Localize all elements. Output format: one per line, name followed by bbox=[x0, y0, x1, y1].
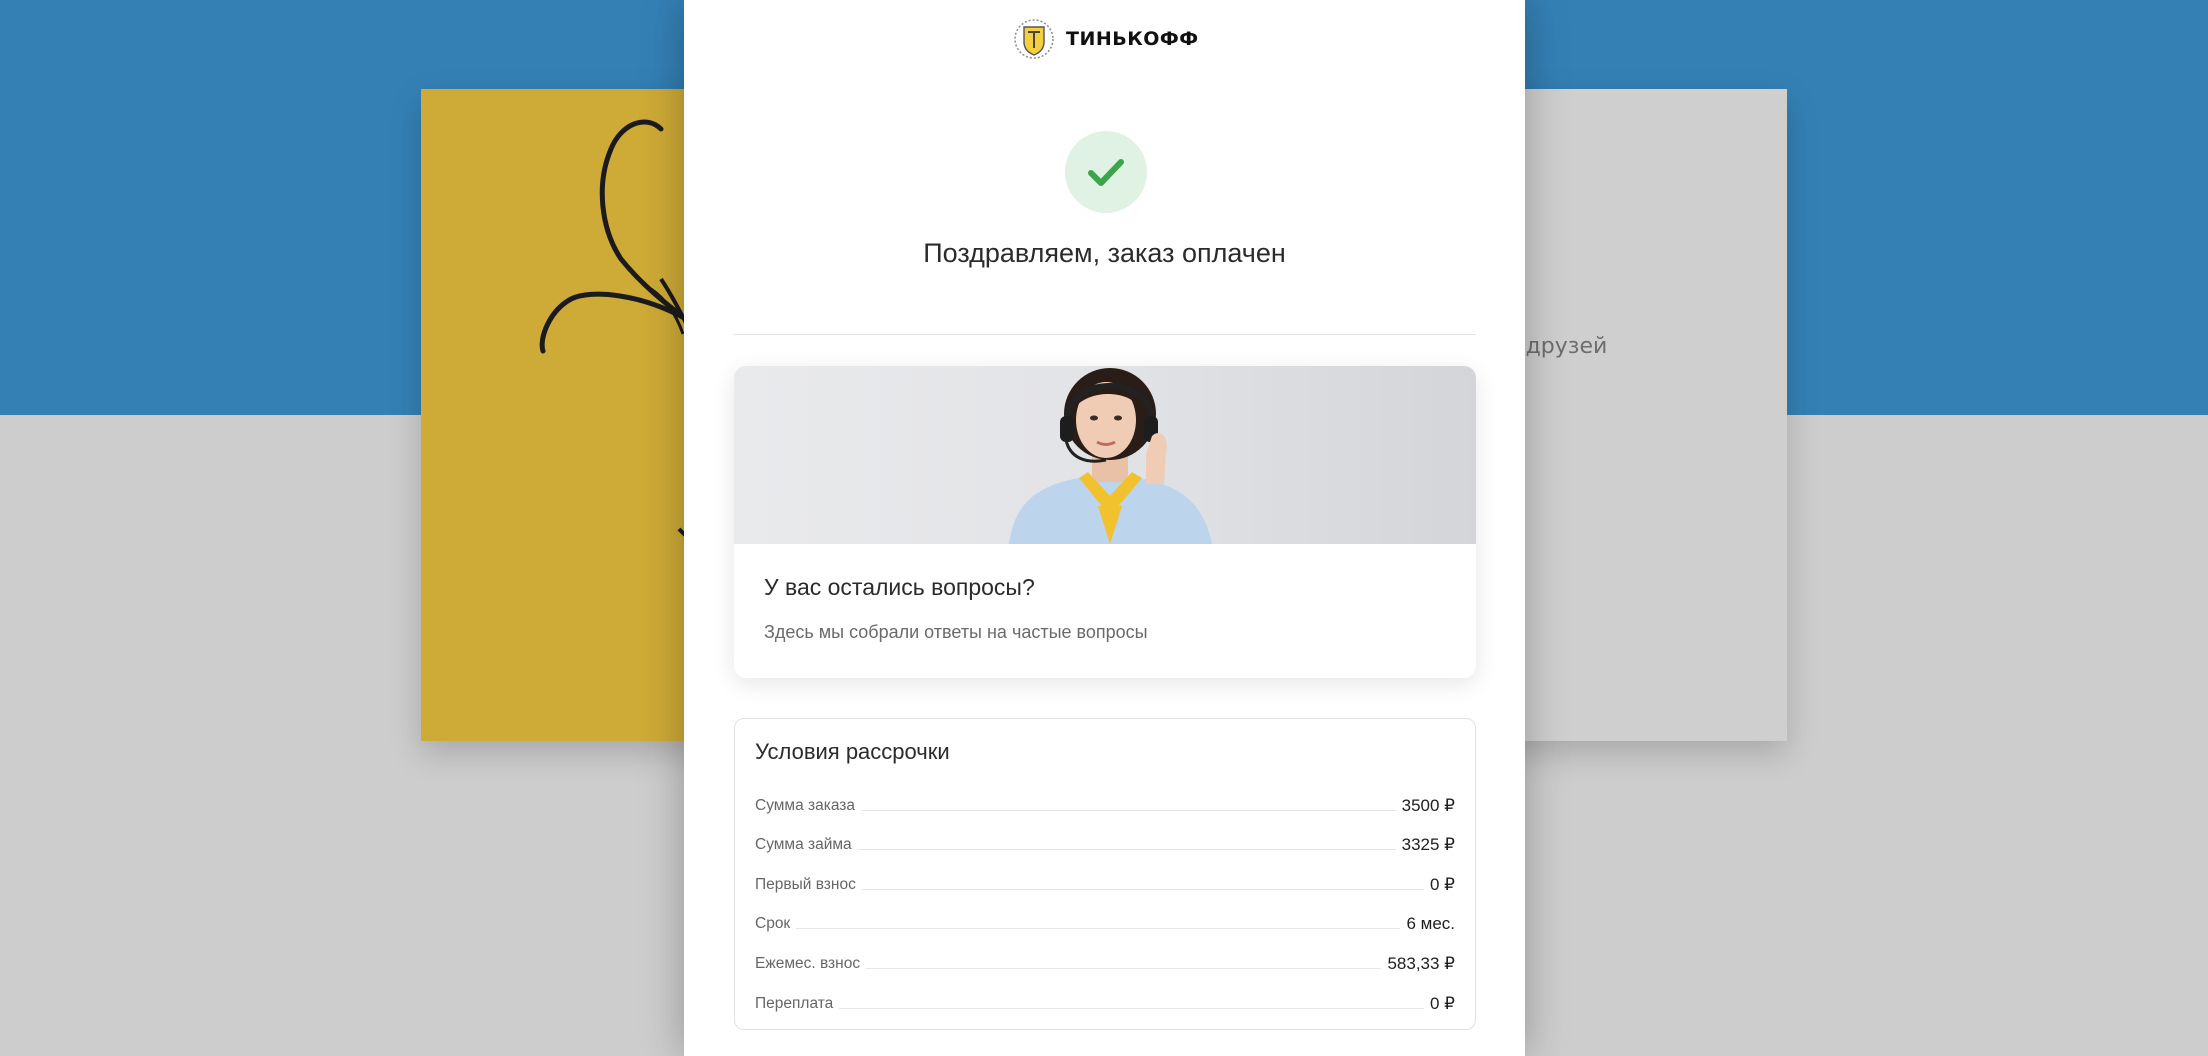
terms-row-first-payment: Первый взнос 0 ₽ bbox=[755, 862, 1455, 902]
row-leader bbox=[857, 849, 1396, 851]
row-label: Переплата bbox=[755, 994, 834, 1012]
terms-row-overpayment: Переплата 0 ₽ bbox=[755, 981, 1455, 1021]
row-value: 3500 ₽ bbox=[1401, 795, 1455, 815]
background-yellow-panel bbox=[421, 89, 721, 741]
divider bbox=[734, 334, 1476, 335]
row-label: Сумма заказа bbox=[755, 796, 856, 814]
check-icon bbox=[1088, 159, 1124, 186]
row-label: Ежемес. взнос bbox=[755, 954, 861, 972]
row-leader bbox=[866, 967, 1382, 969]
row-value: 0 ₽ bbox=[1430, 993, 1455, 1013]
terms-rows: Сумма заказа 3500 ₽ Сумма займа 3325 ₽ П… bbox=[755, 783, 1455, 1021]
terms-row-loan-amount: Сумма займа 3325 ₽ bbox=[755, 823, 1455, 863]
row-label: Срок bbox=[755, 915, 791, 933]
terms-row-order-amount: Сумма заказа 3500 ₽ bbox=[755, 783, 1455, 823]
terms-row-monthly-payment: Ежемес. взнос 583,33 ₽ bbox=[755, 941, 1455, 981]
row-value: 3325 ₽ bbox=[1401, 835, 1455, 855]
terms-title: Условия рассрочки bbox=[755, 739, 950, 764]
row-leader bbox=[861, 809, 1396, 811]
decorative-sketch-icon bbox=[539, 119, 691, 539]
logo: ТИНЬКОФФ bbox=[1012, 18, 1199, 60]
row-leader bbox=[839, 1007, 1424, 1009]
tinkoff-crest-icon bbox=[1014, 19, 1054, 59]
faq-title: У вас остались вопросы? bbox=[764, 574, 1035, 600]
support-operator-photo bbox=[734, 366, 1476, 544]
row-value: 583,33 ₽ bbox=[1387, 953, 1455, 973]
terms-row-term: Срок 6 мес. bbox=[755, 902, 1455, 942]
row-leader bbox=[861, 888, 1424, 890]
row-value: 6 мес. bbox=[1406, 914, 1455, 934]
row-value: 0 ₽ bbox=[1430, 874, 1455, 894]
row-label: Первый взнос bbox=[755, 875, 856, 893]
operator-illustration bbox=[1009, 368, 1212, 544]
payment-success-modal: ТИНЬКОФФ Поздравляем, заказ оплачен У ва… bbox=[684, 0, 1525, 1056]
installment-terms: Условия рассрочки Сумма заказа 3500 ₽ Су… bbox=[734, 718, 1476, 1030]
success-title: Поздравляем, заказ оплачен bbox=[923, 238, 1286, 268]
faq-card[interactable]: У вас остались вопросы? Здесь мы собрали… bbox=[734, 366, 1476, 678]
row-label: Сумма займа bbox=[755, 836, 852, 854]
logo-text: ТИНЬКОФФ bbox=[1066, 28, 1199, 50]
success-badge bbox=[1065, 131, 1147, 213]
faq-subtitle: Здесь мы собрали ответы на частые вопрос… bbox=[764, 622, 1148, 642]
row-leader bbox=[796, 928, 1401, 930]
